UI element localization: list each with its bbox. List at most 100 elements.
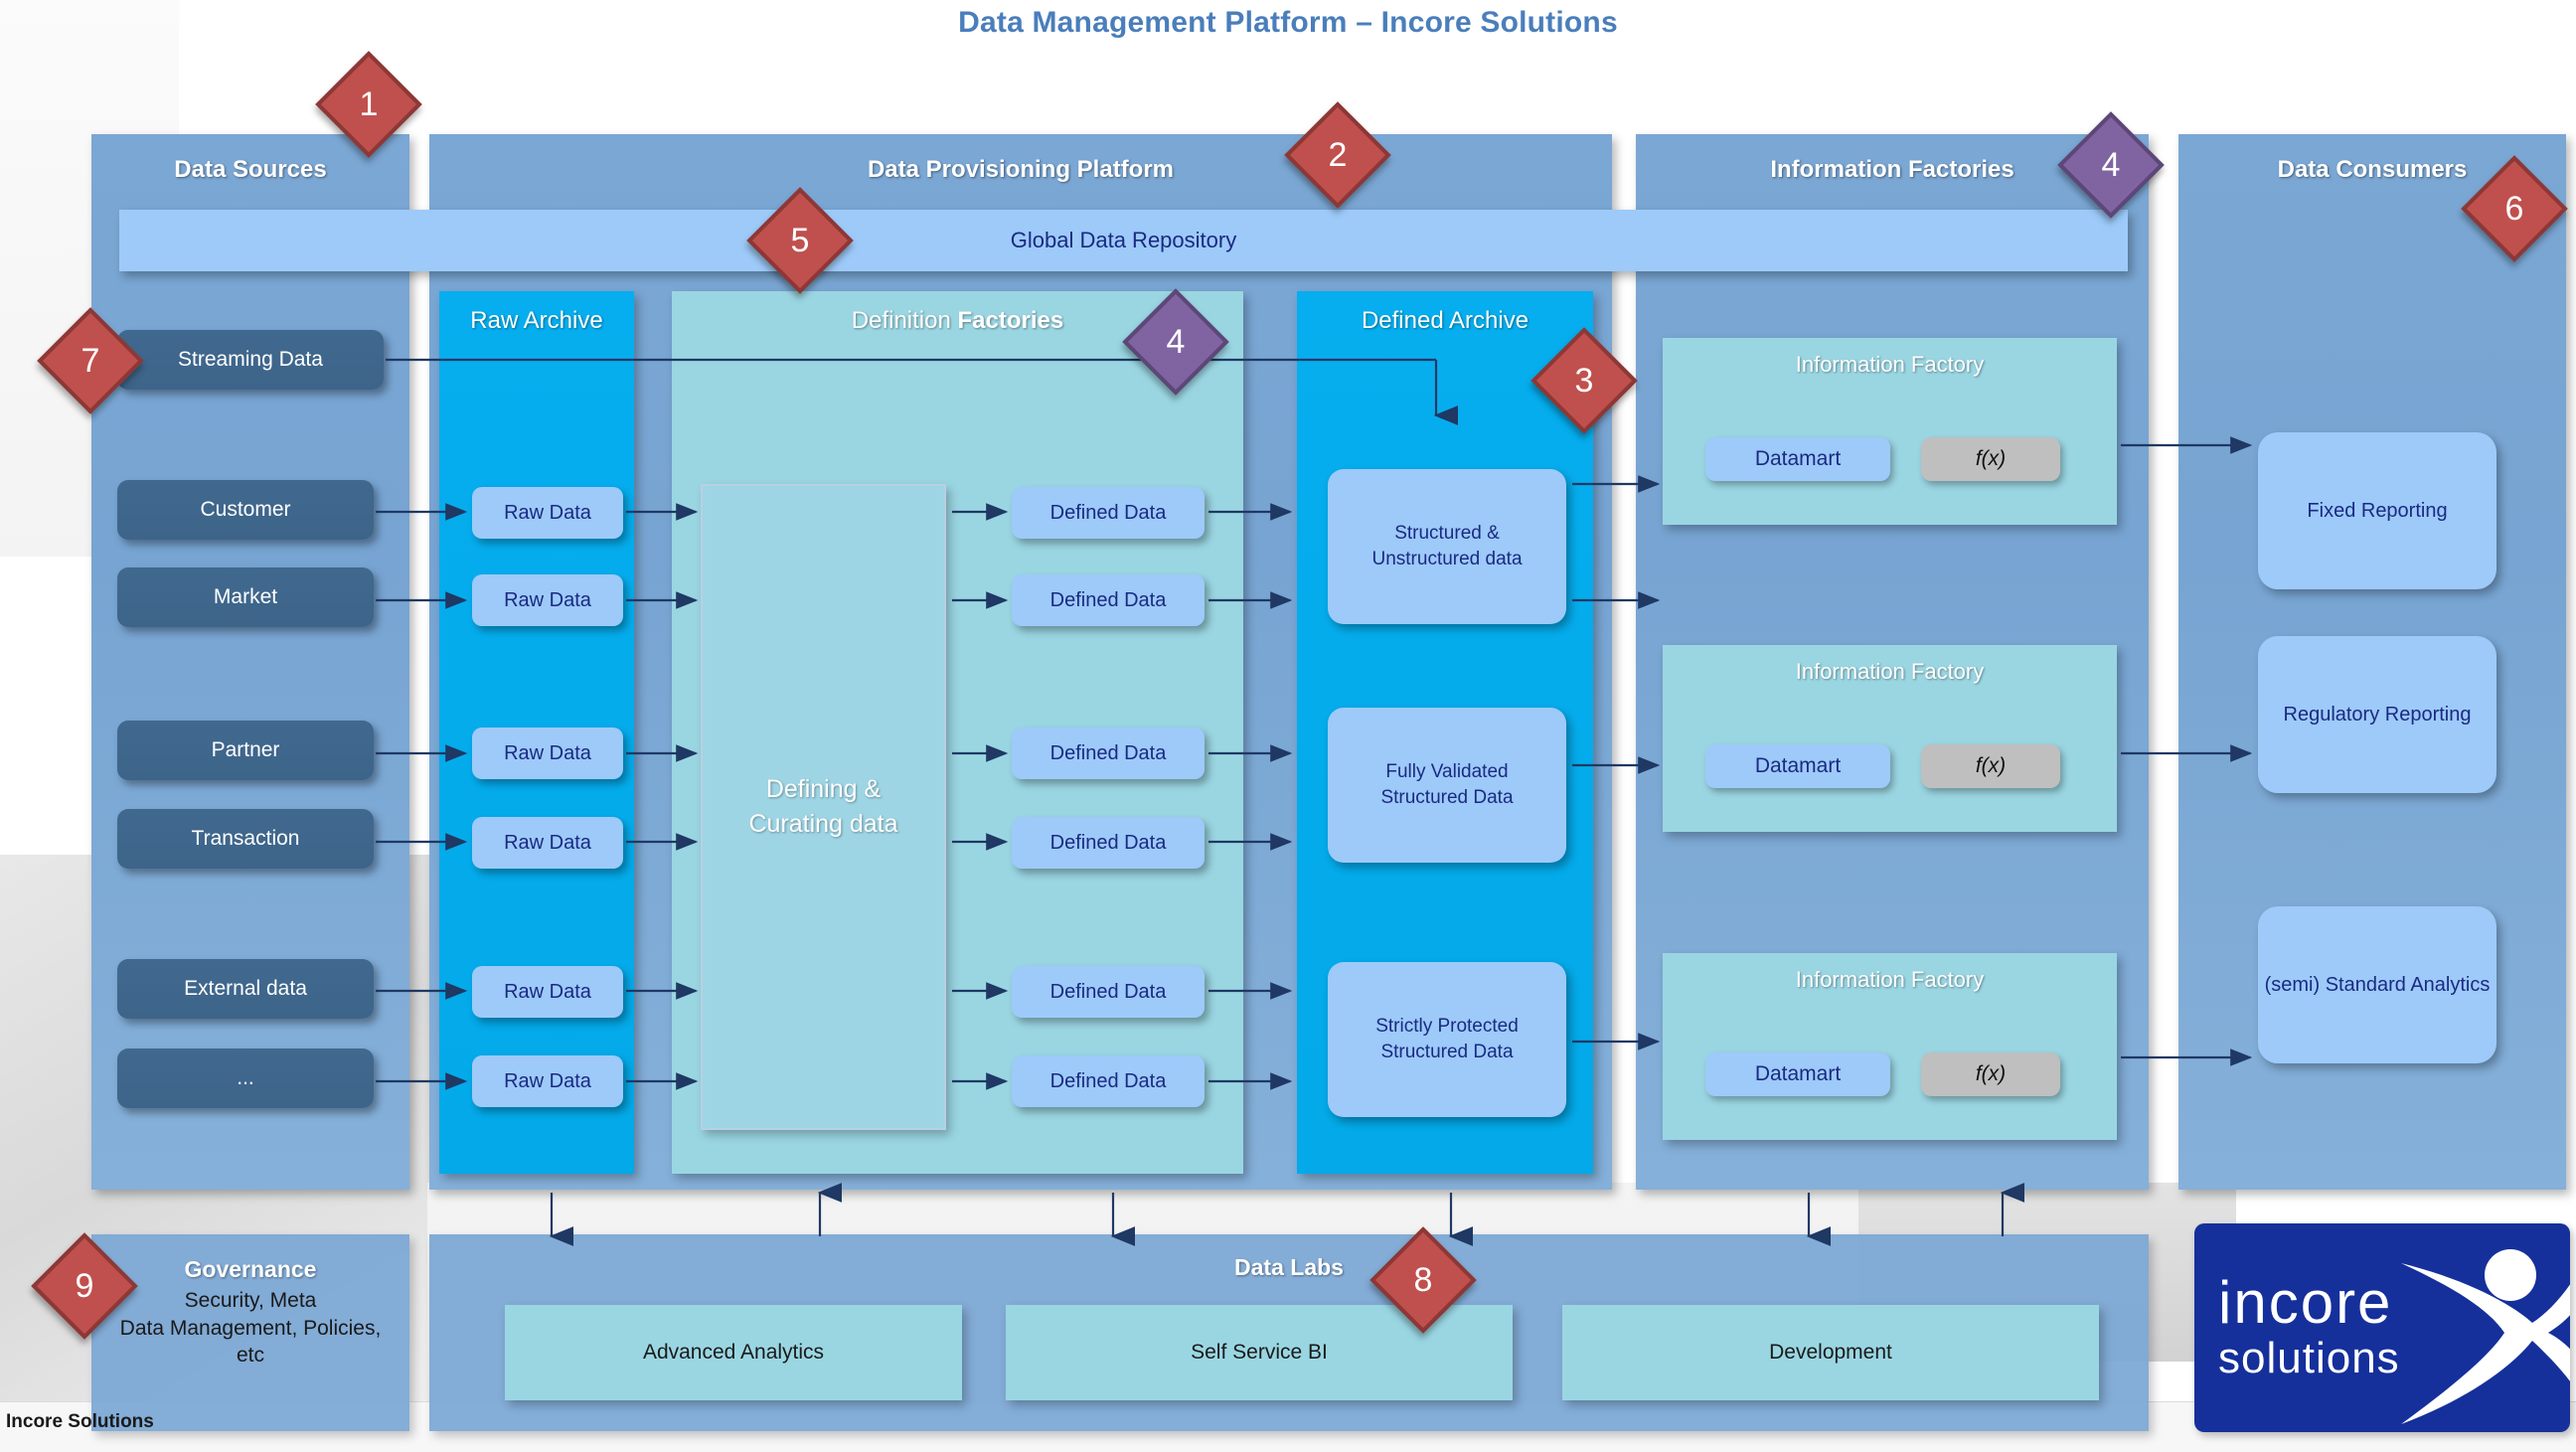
panel-title-raw-archive: Raw Archive (470, 307, 603, 334)
information-factory-title: Information Factory (1795, 659, 1985, 684)
defined-archive-box[interactable]: Strictly Protected Structured Data (1328, 962, 1566, 1117)
source-label: Streaming Data (178, 348, 323, 371)
logo-figure-icon (2401, 1249, 2570, 1424)
defined-data-label: Defined Data (1049, 501, 1167, 524)
logo-line-2: solutions (2218, 1334, 2400, 1382)
marker-label: 4 (1166, 322, 1186, 361)
marker-label: 9 (75, 1266, 94, 1305)
defined-data-label: Defined Data (1049, 980, 1167, 1003)
defined-data-label: Defined Data (1049, 741, 1167, 764)
datamart-label: Datamart (1754, 447, 1842, 470)
source-pill-transaction[interactable]: Transaction (117, 809, 374, 869)
defined-data-box[interactable]: Defined Data (1012, 966, 1205, 1018)
defined-archive-label: Strictly Protected Structured Data (1375, 1016, 1519, 1062)
function-label: f(x) (1975, 447, 2007, 470)
lab-label: Advanced Analytics (642, 1341, 825, 1364)
lab-box-advanced-analytics[interactable]: Advanced Analytics (505, 1305, 962, 1400)
logo-line-1: incore (2218, 1269, 2393, 1336)
marker-label: 8 (1413, 1260, 1433, 1299)
datamart-label: Datamart (1754, 1062, 1842, 1085)
marker-label: 6 (2504, 189, 2524, 228)
function-label: f(x) (1975, 754, 2007, 777)
datamart-box[interactable]: Datamart (1705, 437, 1890, 481)
function-label: f(x) (1975, 1062, 2007, 1085)
global-data-repository-label: Global Data Repository (1010, 228, 1237, 252)
information-factory-title: Information Factory (1795, 352, 1985, 377)
defined-archive-box[interactable]: Fully Validated Structured Data (1328, 708, 1566, 863)
governance-line-3: etc (236, 1344, 264, 1368)
governance-line-1: Security, Meta (184, 1288, 317, 1312)
source-label: Market (213, 585, 278, 608)
function-box[interactable]: f(x) (1921, 1052, 2060, 1096)
consumer-label: (semi) Standard Analytics (2264, 973, 2491, 996)
defined-data-label: Defined Data (1049, 831, 1167, 854)
column-title-provisioning: Data Provisioning Platform (867, 156, 1175, 183)
raw-data-label: Raw Data (504, 980, 591, 1003)
source-label: ... (237, 1066, 254, 1089)
raw-data-box[interactable]: Raw Data (472, 574, 623, 626)
information-factory-title: Information Factory (1795, 967, 1985, 992)
defining-curating-data-box: Defining & Curating data (701, 484, 946, 1130)
marker-label: 2 (1328, 135, 1348, 174)
information-factory-card[interactable]: Information Factory Datamart f(x) (1663, 953, 2117, 1140)
datamart-box[interactable]: Datamart (1705, 1052, 1890, 1096)
marker-label: 3 (1574, 361, 1594, 400)
lab-label: Self Service BI (1191, 1341, 1328, 1364)
source-label: Partner (211, 738, 280, 761)
definition-title-bold: Factories (957, 307, 1064, 334)
global-data-repository-bar: Global Data Repository (119, 210, 2128, 271)
raw-data-label: Raw Data (504, 831, 591, 854)
source-label: Customer (200, 498, 291, 521)
raw-data-box[interactable]: Raw Data (472, 966, 623, 1018)
raw-data-box[interactable]: Raw Data (472, 1055, 623, 1107)
datamart-label: Datamart (1754, 754, 1842, 777)
marker-label: 7 (80, 341, 100, 380)
consumer-label: Fixed Reporting (2307, 499, 2448, 522)
function-box[interactable]: f(x) (1921, 744, 2060, 788)
defined-data-box[interactable]: Defined Data (1012, 727, 1205, 779)
lab-box-development[interactable]: Development (1562, 1305, 2099, 1400)
consumer-box-regulatory-reporting[interactable]: Regulatory Reporting (2258, 636, 2496, 793)
raw-data-label: Raw Data (504, 588, 591, 611)
page-title: Data Management Platform – Incore Soluti… (958, 6, 1618, 39)
data-labs-title: Data Labs (1234, 1254, 1344, 1280)
raw-data-label: Raw Data (504, 1069, 591, 1092)
consumer-label: Regulatory Reporting (2283, 703, 2472, 726)
consumer-box-standard-analytics[interactable]: (semi) Standard Analytics (2258, 906, 2496, 1063)
raw-data-box[interactable]: Raw Data (472, 817, 623, 869)
marker-label: 1 (359, 84, 379, 123)
raw-data-label: Raw Data (504, 741, 591, 764)
raw-data-box[interactable]: Raw Data (472, 487, 623, 539)
defined-data-box[interactable]: Defined Data (1012, 487, 1205, 539)
consumer-box-fixed-reporting[interactable]: Fixed Reporting (2258, 432, 2496, 589)
panel-title-defined-archive: Defined Archive (1361, 307, 1530, 334)
information-factory-card[interactable]: Information Factory Datamart f(x) (1663, 338, 2117, 525)
footer-text: Incore Solutions (6, 1411, 154, 1432)
marker-label: 5 (790, 221, 810, 259)
governance-title: Governance (184, 1256, 317, 1282)
logo-text: incore solutions (2218, 1273, 2400, 1380)
source-label: Transaction (191, 827, 300, 850)
source-pill-ellipsis[interactable]: ... (117, 1049, 374, 1108)
defined-data-label: Defined Data (1049, 1069, 1167, 1092)
defined-data-box[interactable]: Defined Data (1012, 1055, 1205, 1107)
source-label: External data (184, 977, 307, 1000)
source-pill-market[interactable]: Market (117, 567, 374, 627)
defined-archive-label: Structured & Unstructured data (1371, 523, 1523, 569)
defined-archive-box[interactable]: Structured & Unstructured data (1328, 469, 1566, 624)
datamart-box[interactable]: Datamart (1705, 744, 1890, 788)
defined-data-label: Defined Data (1049, 588, 1167, 611)
column-data-sources: Data Sources (91, 134, 409, 1190)
incore-solutions-logo: incore solutions (2194, 1223, 2570, 1432)
information-factory-card[interactable]: Information Factory Datamart f(x) (1663, 645, 2117, 832)
source-pill-partner[interactable]: Partner (117, 721, 374, 780)
source-pill-external-data[interactable]: External data (117, 959, 374, 1019)
defined-data-box[interactable]: Defined Data (1012, 574, 1205, 626)
governance-panel: Governance Security, Meta Data Managemen… (91, 1234, 409, 1431)
defined-data-box[interactable]: Defined Data (1012, 817, 1205, 869)
function-box[interactable]: f(x) (1921, 437, 2060, 481)
source-pill-streaming-data[interactable]: Streaming Data (117, 330, 384, 390)
source-pill-customer[interactable]: Customer (117, 480, 374, 540)
raw-data-box[interactable]: Raw Data (472, 727, 623, 779)
defined-archive-label: Fully Validated Structured Data (1380, 761, 1514, 808)
